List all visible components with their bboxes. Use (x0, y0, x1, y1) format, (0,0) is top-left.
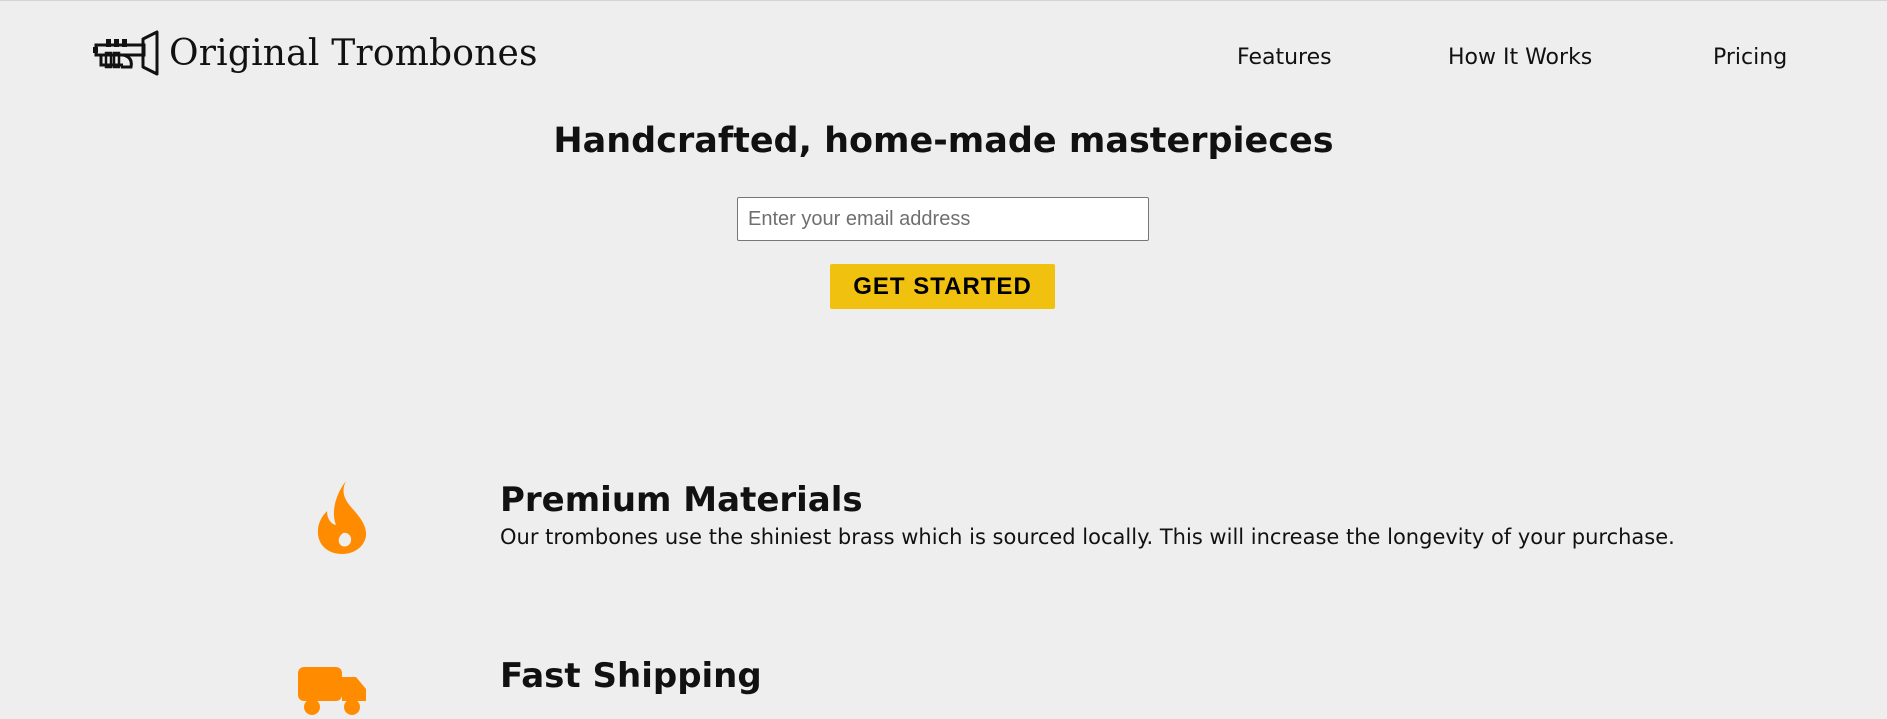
nav-link-pricing[interactable]: Pricing (1713, 45, 1787, 70)
flame-icon (317, 481, 367, 554)
hero-title: Handcrafted, home-made masterpieces (553, 121, 1334, 161)
truck-icon (298, 667, 366, 715)
site-header: Original Trombones Features How It Works… (0, 1, 1887, 111)
main-nav: Features How It Works Pricing (0, 45, 1887, 75)
nav-link-features[interactable]: Features (1237, 45, 1332, 70)
email-input[interactable] (737, 197, 1149, 241)
feature-description: Our trombones use the shiniest brass whi… (500, 525, 1675, 549)
nav-link-how-it-works[interactable]: How It Works (1448, 45, 1592, 70)
get-started-button[interactable]: GET STARTED (830, 264, 1055, 309)
feature-title: Premium Materials (500, 480, 863, 520)
feature-title: Fast Shipping (500, 656, 762, 696)
